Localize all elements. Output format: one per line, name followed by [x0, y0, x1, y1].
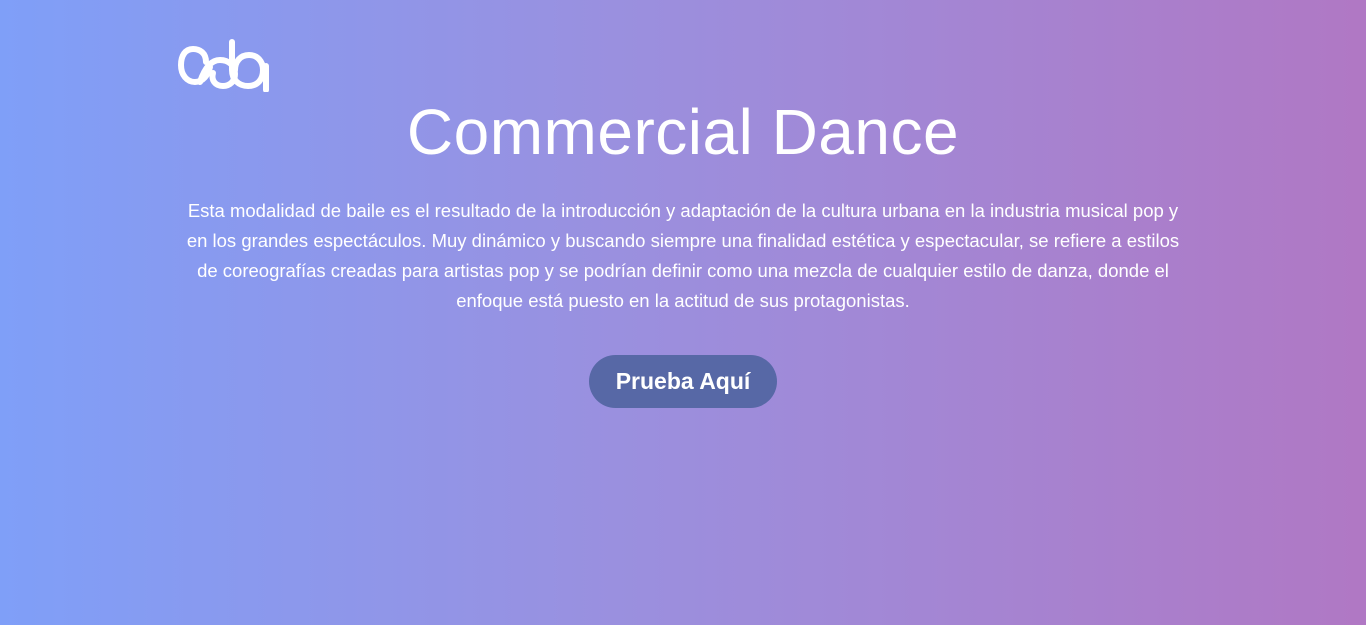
try-here-button[interactable]: Prueba Aquí — [589, 355, 777, 408]
page-title: Commercial Dance — [406, 96, 960, 168]
brand-logo-icon[interactable] — [176, 36, 276, 93]
hero-description: Esta modalidad de baile es el resultado … — [186, 200, 1180, 311]
